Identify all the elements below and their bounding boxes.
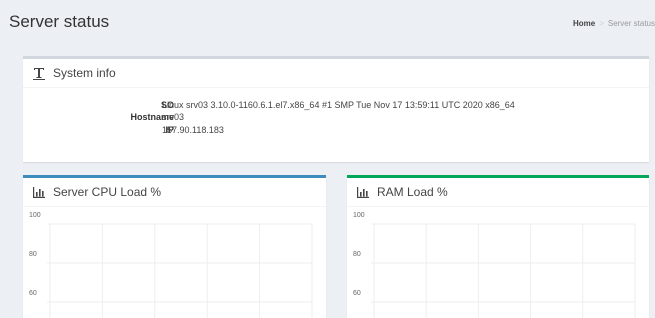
- ram-load-panel: RAM Load % 100 80 60: [347, 175, 649, 318]
- info-value: Linux srv03 3.10.0-1160.6.1.el7.x86_64 #…: [162, 100, 515, 110]
- cpu-load-chart: 100 80 60: [29, 212, 313, 318]
- bar-chart-icon: [33, 187, 45, 198]
- text-icon: [33, 68, 45, 80]
- system-info-header: System info: [23, 59, 649, 88]
- breadcrumb-current: Server status: [607, 19, 655, 28]
- ram-load-header: RAM Load %: [347, 178, 649, 207]
- page-header: Server status Home > Server status: [0, 0, 655, 44]
- page-title: Server status: [9, 12, 110, 31]
- ram-load-chart: 100 80 60: [353, 212, 636, 318]
- breadcrumb: Home > Server status: [573, 19, 655, 28]
- y-tick-label: 60: [29, 290, 37, 297]
- cpu-load-title: Server CPU Load %: [53, 185, 162, 199]
- info-value: srv03: [162, 112, 185, 122]
- y-tick-label: 80: [29, 251, 37, 258]
- ram-load-title: RAM Load %: [377, 185, 448, 199]
- y-tick-label: 80: [353, 251, 361, 258]
- info-row-so: SO Linux srv03 3.10.0-1160.6.1.el7.x86_6…: [23, 100, 649, 112]
- breadcrumb-home-link[interactable]: Home: [573, 19, 595, 28]
- info-row-hostname: Hostname srv03: [23, 112, 649, 124]
- system-info-title: System info: [53, 66, 116, 80]
- info-value: 157.90.118.183: [162, 125, 224, 135]
- cpu-load-panel: Server CPU Load % 100 80 60: [23, 175, 326, 318]
- y-tick-label: 100: [353, 212, 365, 219]
- cpu-load-header: Server CPU Load %: [23, 178, 326, 207]
- system-info-panel: System info SO Linux srv03 3.10.0-1160.6…: [23, 56, 649, 162]
- y-tick-label: 60: [353, 290, 361, 297]
- breadcrumb-separator: >: [599, 19, 604, 28]
- y-tick-label: 100: [29, 212, 41, 219]
- bar-chart-icon: [357, 187, 369, 198]
- info-row-ip: IP 157.90.118.183: [23, 125, 649, 137]
